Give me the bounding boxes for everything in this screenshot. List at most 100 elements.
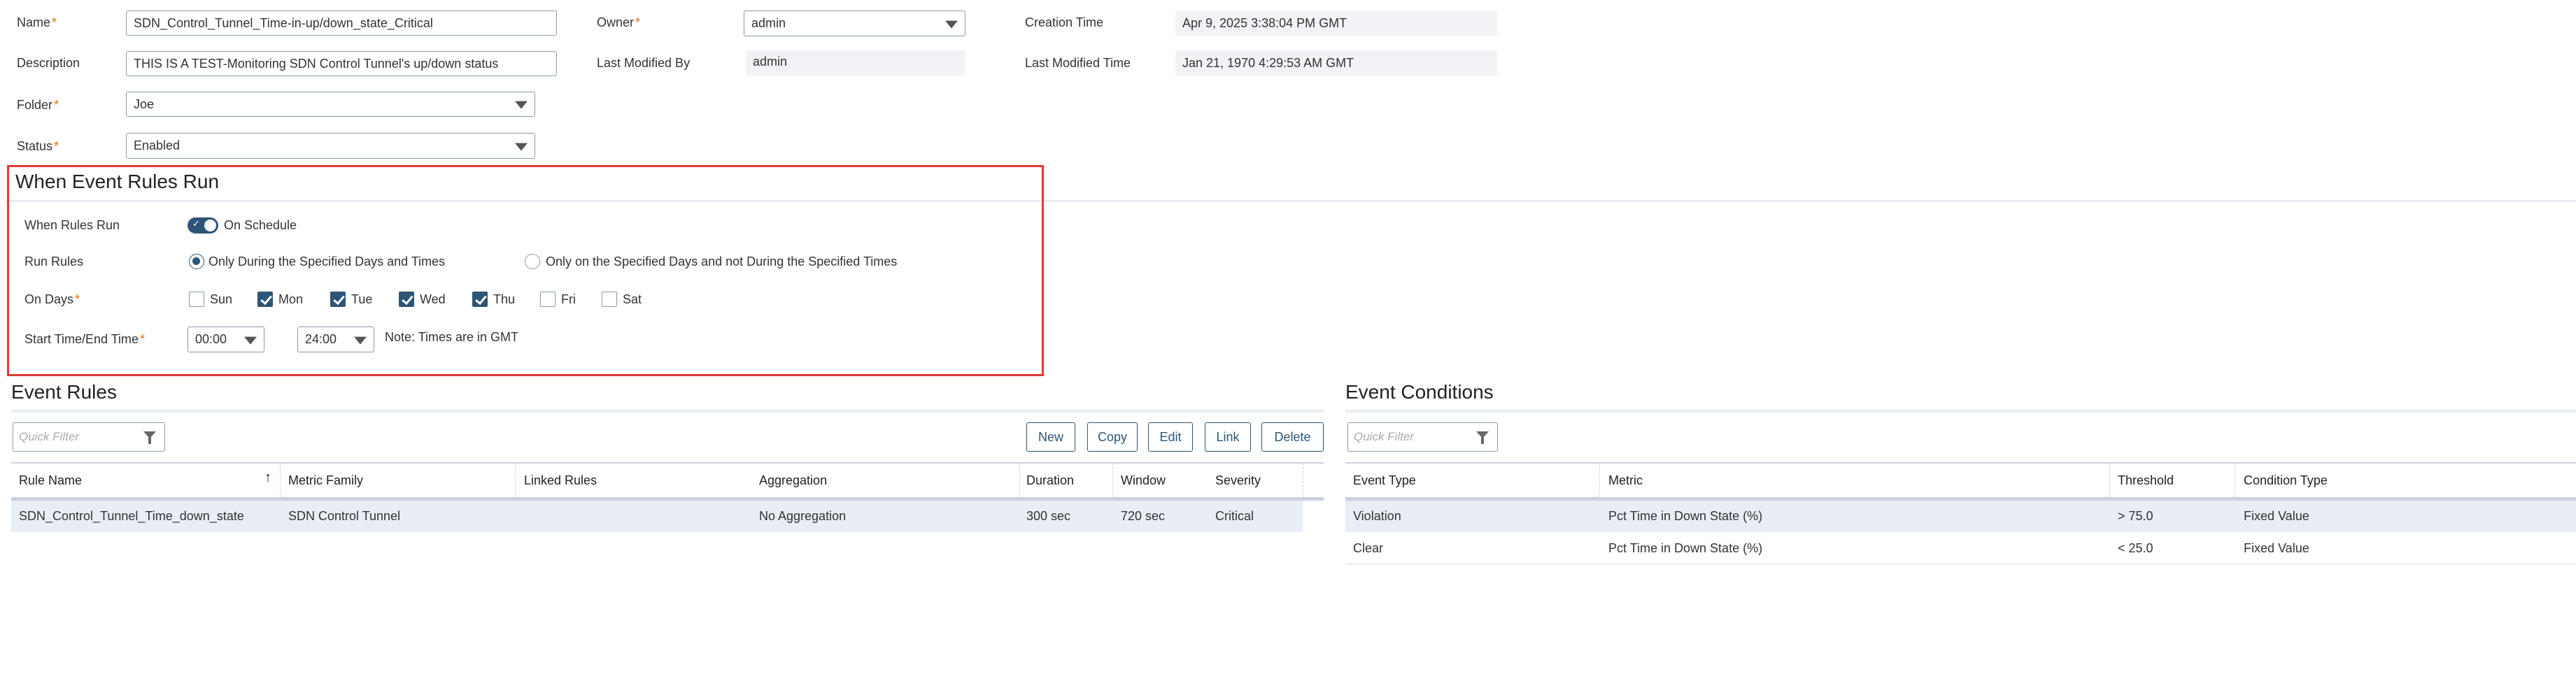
cell-event-type: Violation bbox=[1353, 509, 1401, 523]
chevron-down-icon bbox=[515, 143, 528, 151]
column-header-event-type[interactable]: Event Type bbox=[1353, 473, 1416, 488]
column-header-metric[interactable]: Metric bbox=[1608, 473, 1643, 488]
toggle-label: On Schedule bbox=[224, 218, 297, 232]
filter-icon[interactable] bbox=[1476, 431, 1489, 444]
cell-aggregation: No Aggregation bbox=[759, 509, 847, 523]
end-time-select[interactable]: 24:00 bbox=[297, 327, 374, 352]
checkbox-wed[interactable] bbox=[399, 292, 414, 307]
column-divider bbox=[1599, 464, 1600, 501]
checkbox-tue[interactable] bbox=[330, 292, 346, 307]
folder-select[interactable]: Joe bbox=[126, 92, 535, 117]
chevron-down-icon bbox=[244, 336, 257, 345]
filter-icon[interactable] bbox=[143, 431, 156, 444]
required-mark: * bbox=[140, 332, 146, 346]
schedule-title: When Event Rules Run bbox=[15, 171, 220, 192]
name-input[interactable]: SDN_Control_Tunnel_Time-in-up/down_state… bbox=[126, 10, 557, 36]
table-top-border bbox=[1345, 462, 2576, 464]
required-mark: * bbox=[52, 15, 57, 29]
table-top-border bbox=[11, 462, 1324, 464]
cell-rule-name: SDN_Control_Tunnel_Time_down_state bbox=[19, 509, 244, 523]
start-time-select[interactable]: 00:00 bbox=[187, 327, 264, 352]
day-label: Tue bbox=[351, 292, 373, 306]
column-divider bbox=[280, 464, 281, 501]
cell-metric-family: SDN Control Tunnel bbox=[288, 509, 401, 523]
last-modified-time-label: Last Modified Time bbox=[1025, 56, 1131, 70]
day-label: Mon bbox=[278, 292, 304, 306]
day-label: Wed bbox=[420, 292, 446, 306]
day-label: Thu bbox=[493, 292, 516, 306]
description-label: Description bbox=[17, 56, 80, 70]
event-conditions-title: Event Conditions bbox=[1345, 381, 1494, 403]
checkbox-fri[interactable] bbox=[540, 292, 555, 307]
section-divider bbox=[11, 410, 1324, 413]
required-mark: * bbox=[635, 15, 641, 29]
link-button[interactable]: Link bbox=[1205, 422, 1251, 452]
day-label: Sat bbox=[623, 292, 642, 306]
column-header-duration[interactable]: Duration bbox=[1026, 473, 1074, 488]
cell-window: 720 sec bbox=[1121, 509, 1166, 523]
column-header-linked-rules[interactable]: Linked Rules bbox=[524, 473, 597, 488]
highlight-box bbox=[7, 165, 1044, 376]
on-schedule-toggle[interactable]: ✓ bbox=[187, 217, 218, 234]
column-header-rule-name[interactable]: Rule Name bbox=[19, 473, 82, 488]
owner-value: admin bbox=[751, 16, 786, 30]
column-divider bbox=[1019, 464, 1020, 501]
radio-only-during[interactable] bbox=[189, 254, 204, 269]
time-label: Start Time/End Time * bbox=[24, 332, 145, 347]
radio-not-during[interactable] bbox=[525, 254, 540, 269]
description-input[interactable]: THIS IS A TEST-Monitoring SDN Control Tu… bbox=[126, 51, 557, 76]
event-rules-title: Event Rules bbox=[11, 381, 117, 403]
gmt-note: Note: Times are in GMT bbox=[385, 330, 519, 344]
label-text: Status bbox=[17, 139, 53, 153]
event-rules-quick-filter[interactable]: Quick Filter bbox=[13, 422, 165, 452]
last-modified-by-label: Last Modified By bbox=[597, 56, 691, 70]
folder-value: Joe bbox=[134, 96, 155, 111]
table-row[interactable]: Violation Pct Time in Down State (%) > 7… bbox=[1345, 501, 2576, 532]
edit-button[interactable]: Edit bbox=[1148, 422, 1193, 452]
status-label: Status * bbox=[17, 139, 59, 154]
column-header-metric-family[interactable]: Metric Family bbox=[288, 473, 363, 488]
cell-threshold: < 25.0 bbox=[2118, 541, 2153, 555]
column-header-condition-type[interactable]: Condition Type bbox=[2244, 473, 2328, 488]
filter-placeholder: Quick Filter bbox=[1354, 430, 1414, 443]
chevron-down-icon bbox=[354, 336, 367, 345]
new-button[interactable]: New bbox=[1026, 422, 1075, 452]
owner-select[interactable]: admin bbox=[744, 10, 965, 36]
chevron-down-icon bbox=[945, 20, 958, 29]
column-header-threshold[interactable]: Threshold bbox=[2118, 473, 2174, 488]
column-header-severity[interactable]: Severity bbox=[1215, 473, 1261, 488]
cell-metric: Pct Time in Down State (%) bbox=[1608, 541, 1763, 555]
column-header-aggregation[interactable]: Aggregation bbox=[759, 473, 827, 488]
radio-only-during-label: Only During the Specified Days and Times bbox=[208, 255, 446, 268]
required-mark: * bbox=[75, 292, 80, 306]
filter-placeholder: Quick Filter bbox=[19, 430, 79, 443]
required-mark: * bbox=[54, 98, 59, 112]
column-header-window[interactable]: Window bbox=[1121, 473, 1166, 488]
checkbox-thu[interactable] bbox=[472, 292, 488, 307]
status-value: Enabled bbox=[134, 138, 181, 152]
label-text: Folder bbox=[17, 98, 53, 112]
checkbox-sun[interactable] bbox=[189, 292, 204, 307]
last-modified-by-value: admin bbox=[746, 50, 965, 76]
label-text: Name bbox=[17, 15, 51, 29]
check-icon: ✓ bbox=[192, 218, 200, 229]
status-select[interactable]: Enabled bbox=[126, 133, 535, 159]
creation-time-value: Apr 9, 2025 3:38:04 PM GMT bbox=[1175, 10, 1497, 36]
checkbox-sat[interactable] bbox=[602, 292, 617, 307]
owner-label: Owner * bbox=[597, 15, 640, 30]
run-rules-label: Run Rules bbox=[24, 255, 84, 268]
radio-not-during-label: Only on the Specified Days and not Durin… bbox=[546, 255, 898, 268]
sort-ascending-icon[interactable]: ↑ bbox=[264, 470, 271, 486]
cell-threshold: > 75.0 bbox=[2118, 509, 2153, 523]
table-row[interactable]: SDN_Control_Tunnel_Time_down_state SDN C… bbox=[11, 501, 1303, 532]
chevron-down-icon bbox=[515, 101, 528, 109]
end-time-value: 24:00 bbox=[305, 332, 337, 346]
table-row[interactable]: Clear Pct Time in Down State (%) < 25.0 … bbox=[1345, 532, 2576, 565]
column-divider bbox=[1112, 464, 1113, 501]
cell-duration: 300 sec bbox=[1026, 509, 1071, 523]
checkbox-mon[interactable] bbox=[257, 292, 273, 307]
copy-button[interactable]: Copy bbox=[1087, 422, 1138, 452]
event-conditions-quick-filter[interactable]: Quick Filter bbox=[1347, 422, 1498, 452]
required-mark: * bbox=[54, 139, 59, 153]
delete-button[interactable]: Delete bbox=[1261, 422, 1324, 452]
